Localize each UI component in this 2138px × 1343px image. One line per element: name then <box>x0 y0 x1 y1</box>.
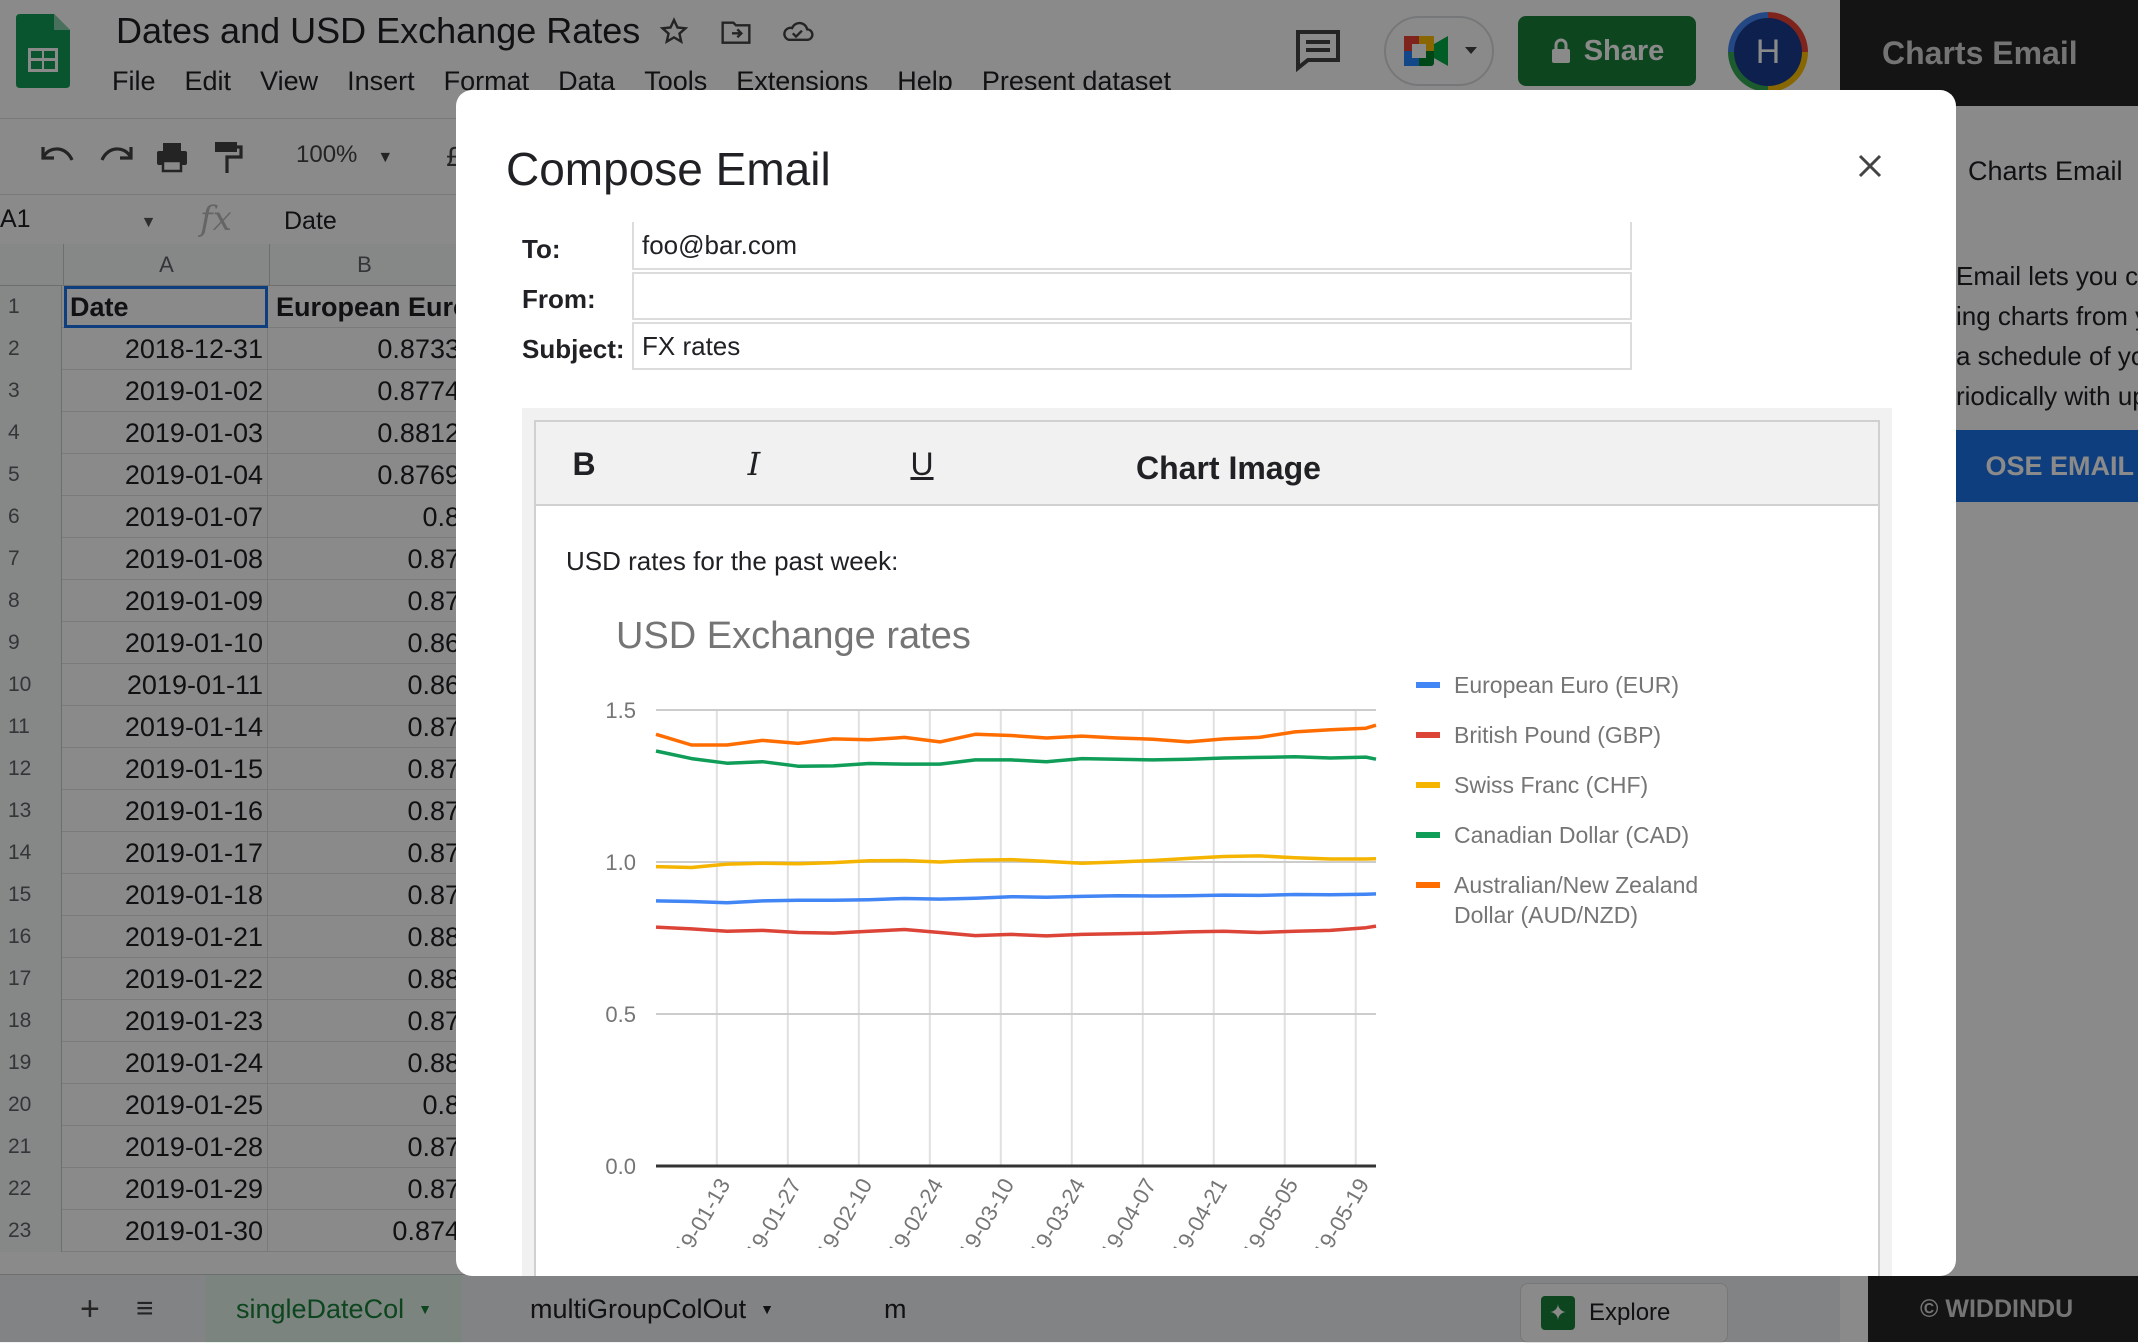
compose-email-dialog: Compose Email To: From: Subject: B I U C… <box>456 90 1956 1276</box>
legend-label: Dollar (AUD/NZD) <box>1454 902 1638 928</box>
dialog-title: Compose Email <box>506 143 831 195</box>
legend-label: Canadian Dollar (CAD) <box>1454 822 1689 848</box>
y-tick-label: 1.5 <box>605 698 636 723</box>
legend-label: European Euro (EUR) <box>1454 672 1679 698</box>
series-line <box>655 749 1377 768</box>
series-line <box>655 892 1377 905</box>
legend-label: British Pound (GBP) <box>1454 722 1661 748</box>
x-tick-label: 2019-02-10 <box>799 1174 877 1248</box>
x-tick-label: 2019-03-24 <box>1012 1174 1090 1248</box>
x-tick-label: 2019-04-07 <box>1083 1174 1161 1248</box>
legend-label: Swiss Franc (CHF) <box>1454 772 1648 798</box>
y-tick-label: 1.0 <box>605 850 636 875</box>
to-label: To: <box>522 234 561 264</box>
x-tick-label: 2019-05-05 <box>1225 1174 1303 1248</box>
close-icon[interactable] <box>1848 144 1892 188</box>
email-body-text[interactable]: USD rates for the past week: <box>566 546 898 577</box>
bold-button[interactable]: B <box>564 444 604 484</box>
chart-title: USD Exchange rates <box>616 615 971 657</box>
from-label: From: <box>522 284 596 314</box>
x-tick-label: 2019-01-27 <box>728 1174 806 1248</box>
from-field[interactable] <box>632 272 1632 320</box>
x-tick-label: 2019-03-10 <box>941 1174 1019 1248</box>
subject-field[interactable] <box>632 322 1632 370</box>
y-tick-label: 0.0 <box>605 1154 636 1179</box>
chart-image-button[interactable]: Chart Image <box>1136 450 1321 487</box>
legend-label: Australian/New Zealand <box>1454 872 1698 898</box>
usd-exchange-chart: USD Exchange rates2019-01-132019-01-2720… <box>605 615 1698 1248</box>
x-tick-label: 2019-04-21 <box>1154 1174 1232 1248</box>
email-body-editor: B I U Chart Image USD rates for the past… <box>522 408 1892 1276</box>
subject-label: Subject: <box>522 334 625 364</box>
editor-toolbar: B I U Chart Image <box>536 422 1878 506</box>
x-tick-label: 2019-05-19 <box>1296 1174 1374 1248</box>
x-tick-label: 2019-02-24 <box>870 1174 948 1248</box>
series-line <box>655 924 1377 938</box>
underline-button[interactable]: U <box>902 444 942 484</box>
italic-button[interactable]: I <box>734 444 774 484</box>
editor-frame: B I U Chart Image USD rates for the past… <box>534 420 1880 1276</box>
y-tick-label: 0.5 <box>605 1002 636 1027</box>
x-tick-label: 2019-01-13 <box>657 1174 735 1248</box>
series-line <box>655 723 1377 747</box>
to-field[interactable] <box>632 222 1632 270</box>
